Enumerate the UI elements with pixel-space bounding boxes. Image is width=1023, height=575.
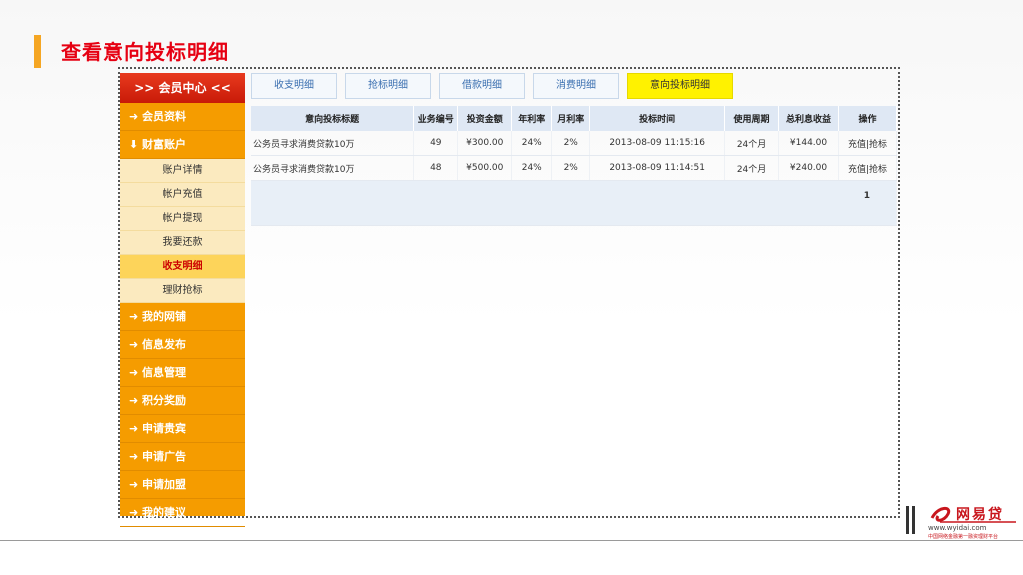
table-row: 公务员寻求消费贷款10万 49 ¥300.00 24% 2% 2013-08-0… xyxy=(251,131,898,156)
total-interest: ¥144.00 xyxy=(778,131,839,156)
arrow-down-icon: ⬇ xyxy=(129,138,143,151)
intent-bid-table-panel: 意向投标标题 业务编号 投资金额 年利率 月利率 投标时间 使用周期 总利息收益… xyxy=(251,106,898,226)
bid-time: 2013-08-09 11:14:51 xyxy=(589,155,726,181)
arrow-right-icon: ➜ xyxy=(129,506,143,519)
sidebar-item-label: 财富账户 xyxy=(142,138,187,151)
annual-rate: 24% xyxy=(511,131,553,156)
total-interest: ¥240.00 xyxy=(778,155,839,181)
sidebar-item-label: 申请贵宾 xyxy=(142,422,187,435)
sidebar-item-label: 我的网铺 xyxy=(142,310,187,323)
sidebar-item-label: 信息发布 xyxy=(142,338,187,351)
table-header-row: 意向投标标题 业务编号 投资金额 年利率 月利率 投标时间 使用周期 总利息收益… xyxy=(251,106,898,131)
tab-bid-grab[interactable]: 抢标明细 xyxy=(345,73,431,99)
sidebar-sub-repay[interactable]: 我要还款 xyxy=(120,231,245,255)
column-header: 总利息收益 xyxy=(778,106,839,131)
sidebar-header[interactable]: >> 会员中心 << xyxy=(120,73,245,103)
column-header: 使用周期 xyxy=(724,106,780,131)
invest-amount: ¥300.00 xyxy=(457,131,513,156)
column-header: 意向投标标题 xyxy=(251,106,415,131)
column-header: 年利率 xyxy=(511,106,553,131)
arrow-right-icon: ➜ xyxy=(129,394,143,407)
sidebar-item-apply-join[interactable]: ➜ 申请加盟 xyxy=(120,471,245,499)
logo-slogan: 中国网络金融第一融资理财平台 xyxy=(928,534,999,540)
arrow-right-icon: ➜ xyxy=(129,310,143,323)
sidebar-item-points-reward[interactable]: ➜ 积分奖励 xyxy=(120,387,245,415)
sidebar-item-label: 积分奖励 xyxy=(142,394,187,407)
tab-consumption[interactable]: 消费明细 xyxy=(533,73,619,99)
column-header: 月利率 xyxy=(551,106,591,131)
column-header: 操作 xyxy=(838,106,898,131)
logo-name: 网易贷 xyxy=(956,507,1004,523)
sidebar-item-label: 申请广告 xyxy=(142,450,187,463)
tab-intent-bid[interactable]: 意向投标明细 xyxy=(627,73,733,99)
tab-loan[interactable]: 借款明细 xyxy=(439,73,525,99)
column-header: 业务编号 xyxy=(413,106,459,131)
sidebar-sub-withdraw[interactable]: 帐户提现 xyxy=(120,207,245,231)
pagination-row: 1 xyxy=(251,180,897,226)
arrow-right-icon: ➜ xyxy=(129,366,143,379)
sidebar-sub-bid-grab[interactable]: 理财抢标 xyxy=(120,279,245,303)
sidebar-item-apply-vip[interactable]: ➜ 申请贵宾 xyxy=(120,415,245,443)
sidebar-item-label: 信息管理 xyxy=(142,366,187,379)
invest-amount: ¥500.00 xyxy=(457,155,513,181)
sidebar-item-apply-ad[interactable]: ➜ 申请广告 xyxy=(120,443,245,471)
sidebar-sub-income-expense[interactable]: 收支明细 xyxy=(120,255,245,279)
sidebar-item-wealth-account[interactable]: ⬇ 财富账户 xyxy=(120,131,245,159)
sidebar-item-my-shop[interactable]: ➜ 我的网铺 xyxy=(120,303,245,331)
sidebar-item-my-suggestion[interactable]: ➜ 我的建议 xyxy=(120,499,245,527)
sidebar-sub-deposit[interactable]: 帐户充值 xyxy=(120,183,245,207)
bid-time: 2013-08-09 11:15:16 xyxy=(589,131,726,156)
monthly-rate: 2% xyxy=(551,131,591,156)
arrow-right-icon: ➜ xyxy=(129,110,143,123)
row-actions[interactable]: 充值|抢标 xyxy=(838,155,898,181)
title-accent-bar xyxy=(34,35,41,68)
arrow-right-icon: ➜ xyxy=(129,338,143,351)
arrow-right-icon: ➜ xyxy=(129,422,143,435)
business-id: 49 xyxy=(413,131,459,156)
tab-income-expense[interactable]: 收支明细 xyxy=(251,73,337,99)
annual-rate: 24% xyxy=(511,155,553,181)
arrow-right-icon: ➜ xyxy=(129,450,143,463)
arrow-right-icon: ➜ xyxy=(129,478,143,491)
usage-period: 24个月 xyxy=(724,155,780,181)
usage-period: 24个月 xyxy=(724,131,780,156)
member-sidebar: >> 会员中心 << ➜ 会员资料 ⬇ 财富账户 账户详情 帐户充值 帐户提现 … xyxy=(120,73,245,527)
bid-title-link[interactable]: 公务员寻求消费贷款10万 xyxy=(251,131,415,156)
detail-tabs: 收支明细 抢标明细 借款明细 消费明细 意向投标明细 xyxy=(251,73,733,99)
sidebar-item-manage-info[interactable]: ➜ 信息管理 xyxy=(120,359,245,387)
wyidai-logo: 网易贷 www.wyidai.com 中国网络金融第一融资理财平台 xyxy=(904,500,1023,560)
sidebar-item-member-profile[interactable]: ➜ 会员资料 xyxy=(120,103,245,131)
business-id: 48 xyxy=(413,155,459,181)
page-number[interactable]: 1 xyxy=(251,180,897,226)
sidebar-item-label: 申请加盟 xyxy=(142,478,187,491)
row-actions[interactable]: 充值|抢标 xyxy=(838,131,898,156)
page-title: 查看意向投标明细 xyxy=(61,40,229,64)
sidebar-item-publish-info[interactable]: ➜ 信息发布 xyxy=(120,331,245,359)
logo-url: www.wyidai.com xyxy=(928,524,987,532)
monthly-rate: 2% xyxy=(551,155,591,181)
sidebar-sub-account-details[interactable]: 账户详情 xyxy=(120,159,245,183)
bottom-divider xyxy=(0,540,1023,541)
column-header: 投标时间 xyxy=(589,106,726,131)
intent-bid-table: 意向投标标题 业务编号 投资金额 年利率 月利率 投标时间 使用周期 总利息收益… xyxy=(251,106,898,226)
table-row: 公务员寻求消费贷款10万 48 ¥500.00 24% 2% 2013-08-0… xyxy=(251,155,898,181)
column-header: 投资金额 xyxy=(457,106,513,131)
sidebar-item-label: 我的建议 xyxy=(142,506,187,519)
logo-bars-icon xyxy=(906,506,918,538)
bid-title-link[interactable]: 公务员寻求消费贷款10万 xyxy=(251,155,415,181)
sidebar-item-label: 会员资料 xyxy=(142,110,187,123)
